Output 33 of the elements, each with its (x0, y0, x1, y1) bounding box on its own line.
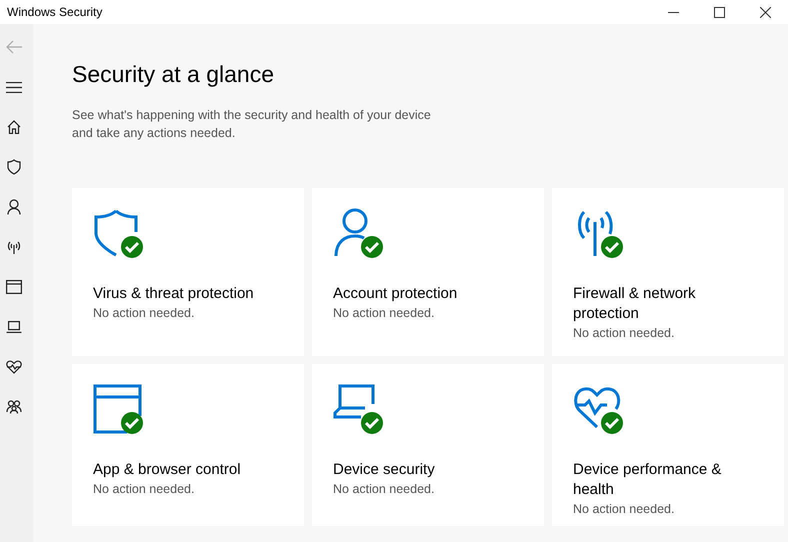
home-icon (7, 120, 21, 134)
tile-title: Virus & threat protection (93, 284, 254, 304)
tile-status: No action needed. (573, 500, 674, 518)
tile-title: Firewall & network protection (573, 284, 697, 324)
tile-status: No action needed. (573, 324, 674, 342)
tile-status: No action needed. (93, 480, 194, 498)
close-icon (760, 6, 770, 18)
person-icon (7, 199, 21, 215)
back-icon (6, 40, 22, 54)
browser-icon (6, 280, 22, 294)
tile-status: No action needed. (333, 304, 434, 322)
security-tile[interactable]: Virus & threat protection No action needed. (72, 188, 304, 356)
maximize-icon (714, 6, 724, 18)
tile-status: No action needed. (93, 304, 194, 322)
tile-status: No action needed. (333, 480, 434, 498)
signal-icon (6, 240, 22, 254)
tile-title: App & browser control (93, 460, 241, 480)
shield-icon (7, 159, 21, 175)
window-title: Windows Security (6, 4, 102, 21)
page-description: See what's happening with the security and health of your device and take any actions needed. (72, 106, 432, 142)
menu-icon (6, 82, 22, 92)
tile-title: Device security (333, 460, 435, 480)
page-heading: Security at a glance (72, 60, 276, 89)
heart-pulse-icon (6, 360, 22, 374)
security-tile[interactable]: Device security No action needed. (312, 364, 544, 526)
laptop-icon (6, 321, 22, 333)
security-tile[interactable]: App & browser control No action needed. (72, 364, 304, 526)
security-tile[interactable]: Firewall & network protection No action needed. (552, 188, 784, 356)
family-icon (6, 400, 22, 414)
tile-title: Account protection (333, 284, 458, 304)
security-tile[interactable]: Account protection No action needed. (312, 188, 544, 356)
security-tile[interactable]: Device performance & health No action needed. (552, 364, 784, 526)
tile-title: Device performance & health (573, 460, 722, 500)
